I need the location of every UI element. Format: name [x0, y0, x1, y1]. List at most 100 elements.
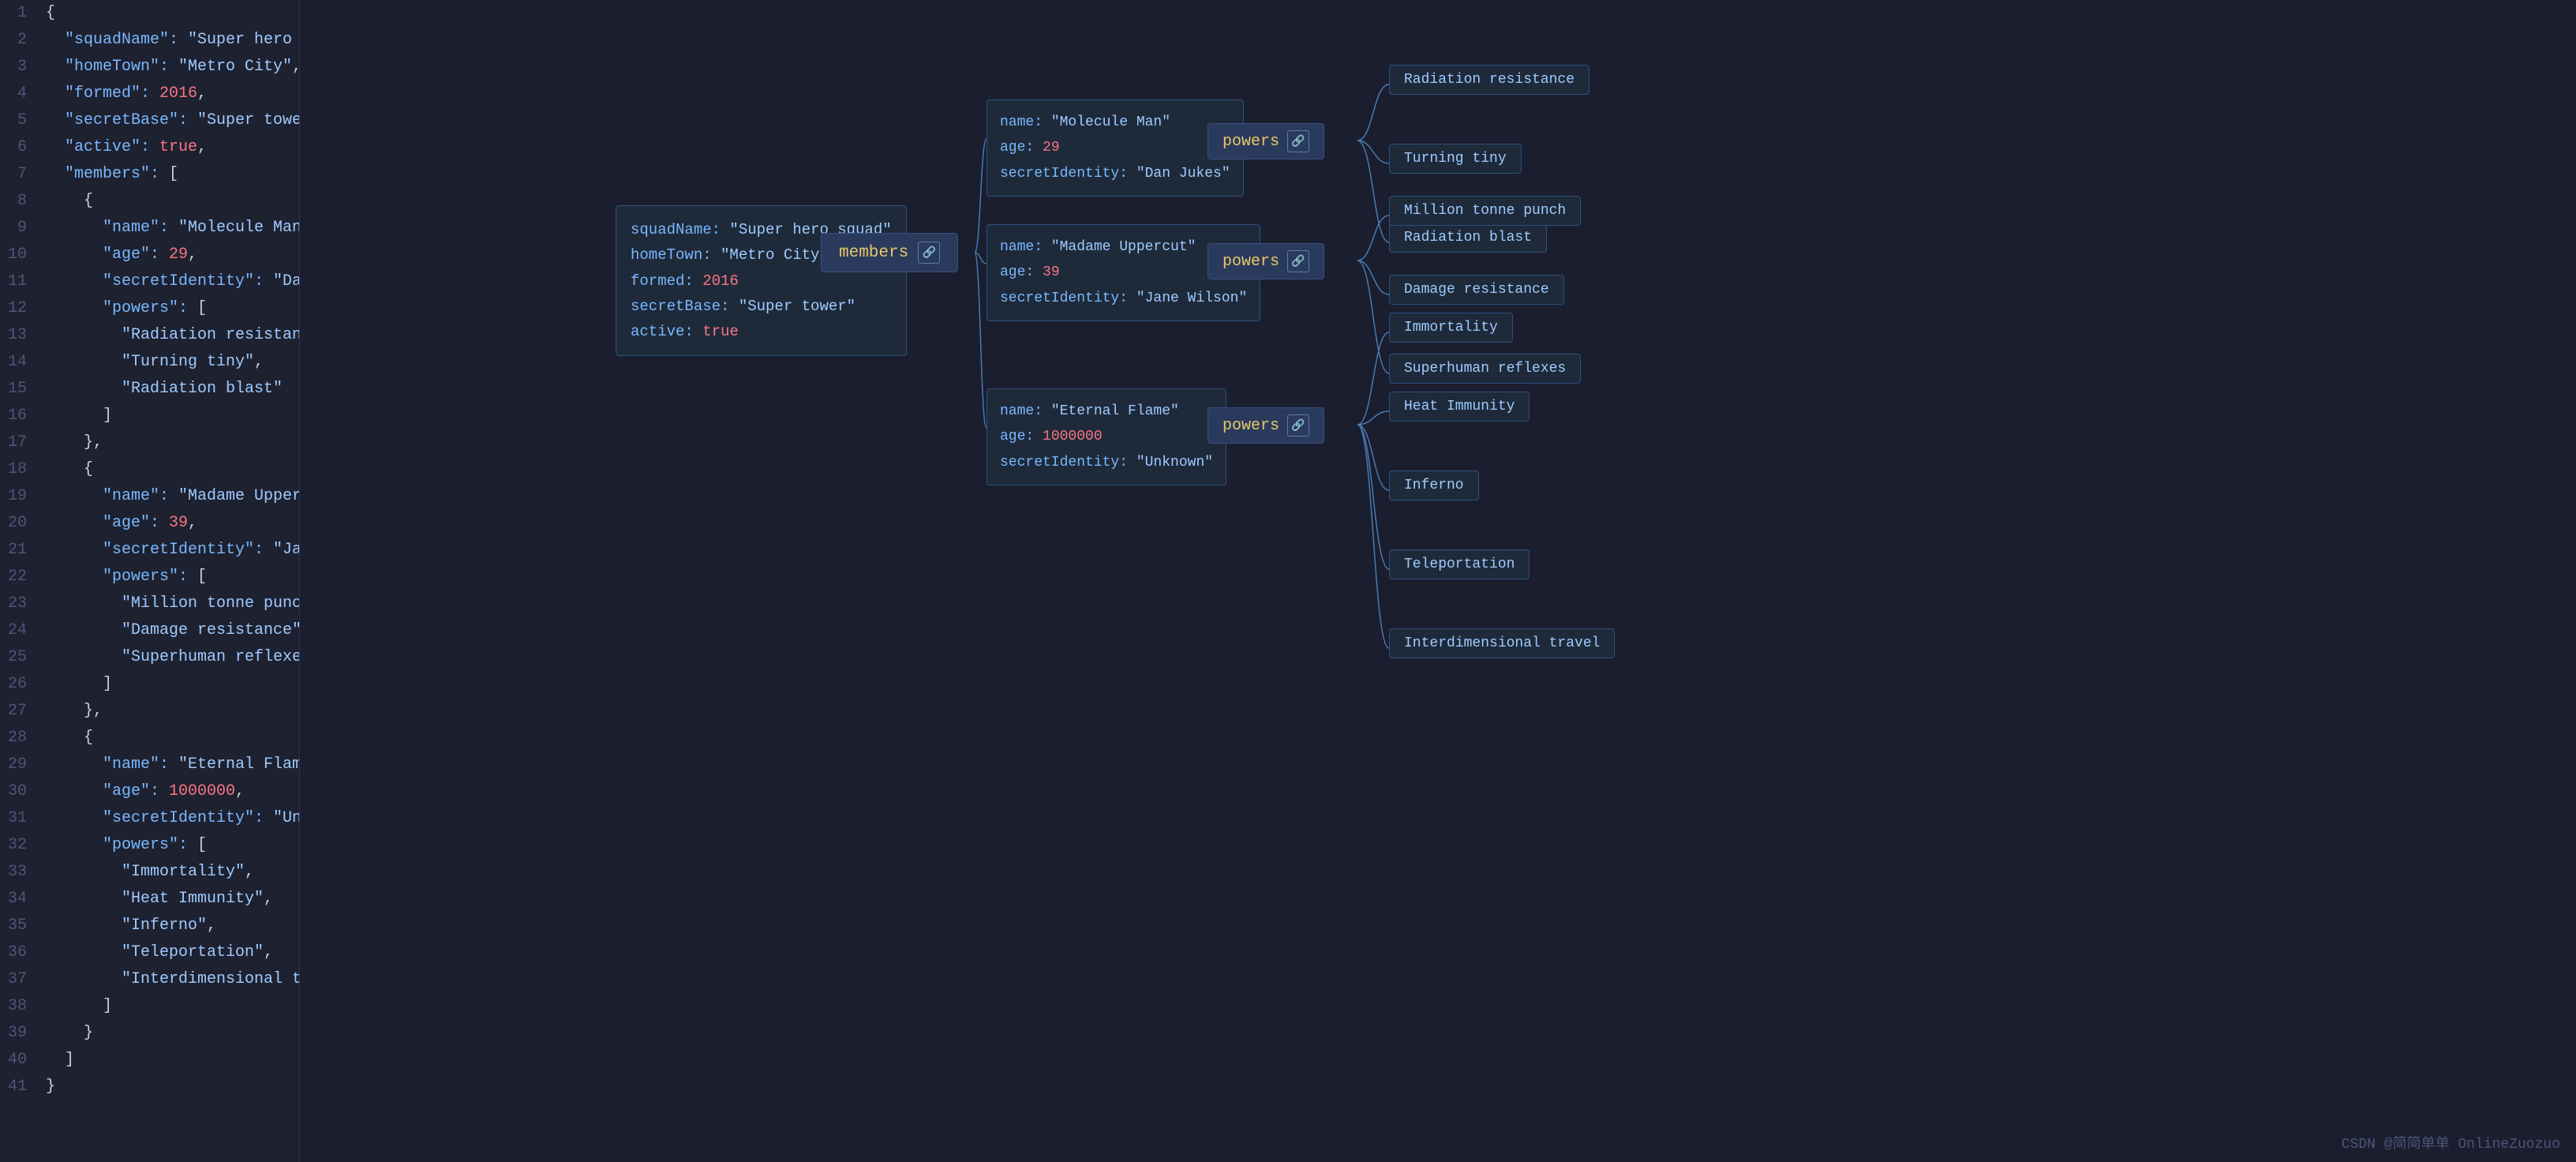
line-content: "Turning tiny",	[39, 349, 264, 376]
line-content: }	[39, 1020, 93, 1047]
line-content: "age": 29,	[39, 242, 197, 268]
powers-button-2[interactable]: powers 🔗	[1208, 243, 1324, 279]
line-content: "Interdimensional travel"	[39, 966, 300, 993]
member-field-value: "Molecule Man"	[1051, 114, 1170, 130]
code-line: 8 {	[0, 188, 299, 215]
line-number: 30	[0, 778, 39, 805]
code-line: 7 "members": [	[0, 161, 299, 188]
member-card-3: name: "Eternal Flame"age: 1000000secretI…	[987, 388, 1226, 485]
line-number: 17	[0, 429, 39, 456]
line-content: "Radiation blast"	[39, 376, 283, 403]
powers-button-3[interactable]: powers 🔗	[1208, 407, 1324, 444]
code-line: 1{	[0, 0, 299, 27]
line-number: 8	[0, 188, 39, 215]
line-number: 3	[0, 54, 39, 81]
line-number: 11	[0, 268, 39, 295]
member-field-value: "Madame Uppercut"	[1051, 239, 1196, 255]
root-field-key: secretBase:	[631, 298, 739, 315]
line-content: "active": true,	[39, 134, 207, 161]
code-line: 28 {	[0, 725, 299, 752]
line-number: 27	[0, 698, 39, 725]
code-line: 39 }	[0, 1020, 299, 1047]
member-field-value: "Dan Jukes"	[1136, 166, 1230, 182]
code-line: 22 "powers": [	[0, 564, 299, 590]
line-number: 6	[0, 134, 39, 161]
root-field-key: squadName:	[631, 221, 729, 238]
line-content: "name": "Molecule Man",	[39, 215, 300, 242]
member-field-key: name:	[1000, 114, 1051, 130]
line-content: "squadName": "Super hero squad",	[39, 27, 300, 54]
line-content: "members": [	[39, 161, 178, 188]
line-number: 37	[0, 966, 39, 993]
line-content: "powers": [	[39, 295, 207, 322]
member-field-value: "Eternal Flame"	[1051, 403, 1179, 419]
code-line: 13 "Radiation resistance",	[0, 322, 299, 349]
root-field-value: true	[702, 323, 739, 340]
line-number: 41	[0, 1074, 39, 1100]
code-line: 9 "name": "Molecule Man",	[0, 215, 299, 242]
code-line: 34 "Heat Immunity",	[0, 886, 299, 913]
code-line: 3 "homeTown": "Metro City",	[0, 54, 299, 81]
member-field-key: age:	[1000, 429, 1043, 444]
line-content: "Million tonne punch",	[39, 590, 300, 617]
line-number: 36	[0, 939, 39, 966]
power-item: Turning tiny	[1389, 144, 1522, 174]
line-number: 31	[0, 805, 39, 832]
connections-svg	[300, 0, 2576, 1162]
line-content: }	[39, 1074, 55, 1100]
members-button[interactable]: members 🔗	[821, 233, 958, 272]
root-field-value: "Super tower"	[739, 298, 856, 315]
code-line: 26 ]	[0, 671, 299, 698]
line-number: 38	[0, 993, 39, 1020]
line-number: 1	[0, 0, 39, 27]
powers-button-1[interactable]: powers 🔗	[1208, 123, 1324, 159]
line-number: 5	[0, 107, 39, 134]
line-content: {	[39, 0, 55, 27]
power-item: Radiation resistance	[1389, 65, 1589, 95]
root-field-value: 2016	[702, 272, 739, 290]
powers-label-3: powers	[1222, 417, 1279, 435]
code-line: 2 "squadName": "Super hero squad",	[0, 27, 299, 54]
code-line: 20 "age": 39,	[0, 510, 299, 537]
code-line: 21 "secretIdentity": "Jane Wilson",	[0, 537, 299, 564]
line-number: 4	[0, 81, 39, 107]
code-line: 41}	[0, 1074, 299, 1100]
line-number: 12	[0, 295, 39, 322]
line-content: {	[39, 725, 93, 752]
member-field-key: secretIdentity:	[1000, 166, 1136, 182]
code-panel: 1{2 "squadName": "Super hero squad",3 "h…	[0, 0, 300, 1162]
powers-label-1: powers	[1222, 133, 1279, 151]
root-field-key: active:	[631, 323, 702, 340]
power-item: Inferno	[1389, 470, 1479, 500]
code-line: 40 ]	[0, 1047, 299, 1074]
line-number: 9	[0, 215, 39, 242]
line-content: "Radiation resistance",	[39, 322, 300, 349]
member-field-value: 39	[1043, 264, 1060, 280]
line-content: },	[39, 429, 103, 456]
line-content: "name": "Eternal Flame",	[39, 752, 300, 778]
code-line: 24 "Damage resistance",	[0, 617, 299, 644]
code-line: 29 "name": "Eternal Flame",	[0, 752, 299, 778]
line-content: "Inferno",	[39, 913, 216, 939]
member-field-key: age:	[1000, 140, 1043, 156]
line-content: "Superhuman reflexes"	[39, 644, 300, 671]
code-line: 10 "age": 29,	[0, 242, 299, 268]
code-line: 30 "age": 1000000,	[0, 778, 299, 805]
code-line: 19 "name": "Madame Uppercut",	[0, 483, 299, 510]
line-number: 7	[0, 161, 39, 188]
line-content: ]	[39, 671, 112, 698]
power-item: Superhuman reflexes	[1389, 354, 1581, 384]
power-item: Million tonne punch	[1389, 196, 1581, 226]
line-content: "age": 39,	[39, 510, 197, 537]
line-content: "secretIdentity": "Dan Jukes",	[39, 268, 300, 295]
line-content: },	[39, 698, 103, 725]
watermark: CSDN @简简单单 OnlineZuozuo	[2342, 1132, 2560, 1153]
members-link-icon: 🔗	[918, 242, 940, 264]
line-content: {	[39, 456, 93, 483]
line-number: 13	[0, 322, 39, 349]
powers-label-2: powers	[1222, 253, 1279, 271]
member-card-1: name: "Molecule Man"age: 29secretIdentit…	[987, 99, 1244, 197]
member-field-key: name:	[1000, 403, 1051, 419]
root-field-key: formed:	[631, 272, 702, 290]
line-content: "secretBase": "Super tower",	[39, 107, 300, 134]
